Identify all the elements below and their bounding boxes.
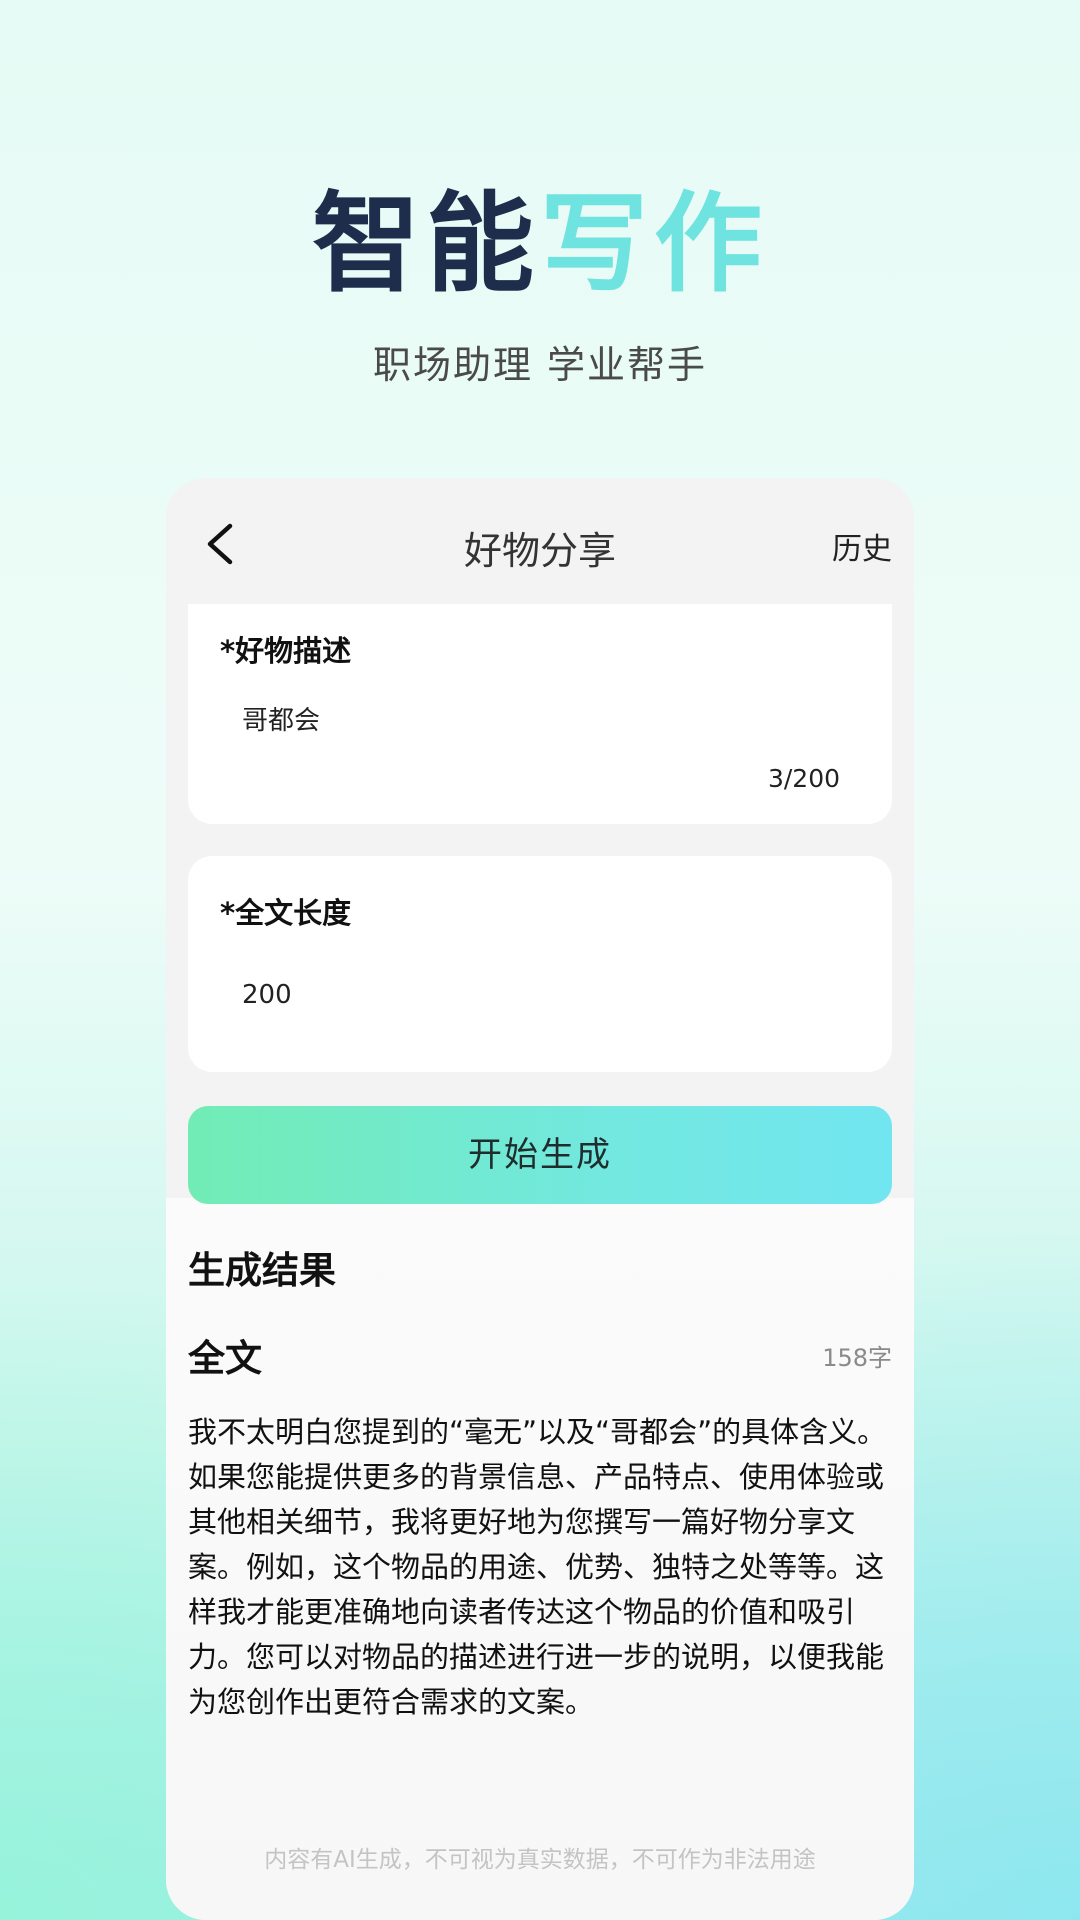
description-input[interactable]: 哥都会 [242,700,320,737]
phone-screen: 好物分享 历史 *好物描述 哥都会 3/200 *全文长度 200 开始生成 生… [166,478,914,1920]
generate-button[interactable]: 开始生成 [188,1106,892,1204]
length-input[interactable]: 200 [242,980,292,1010]
length-label: *全文长度 [220,896,352,930]
description-label: *好物描述 [220,634,352,668]
word-count: 158字 [822,1344,892,1372]
ai-disclaimer: 内容有AI生成，不可视为真实数据，不可作为非法用途 [264,1847,816,1873]
description-card: *好物描述 哥都会 3/200 [188,604,892,824]
description-counter: 3/200 [767,764,840,793]
page-title: 好物分享 [463,529,616,573]
hero-title-part2: 写作 [540,182,769,307]
hero-title: 智能写作 [0,180,1080,310]
full-text-label: 全文 [188,1337,262,1380]
result-text: 我不太明白您提到的“毫无”以及“哥都会”的具体含义。如果您能提供更多的背景信息、… [188,1415,887,1719]
history-button[interactable]: 历史 [832,524,892,568]
nav-bar: 好物分享 历史 [166,478,914,604]
hero-subtitle: 职场助理 学业帮手 [372,343,708,387]
length-card: *全文长度 200 [188,856,892,1072]
result-title: 生成结果 [188,1249,336,1292]
hero-title-part1: 智能 [311,182,540,307]
